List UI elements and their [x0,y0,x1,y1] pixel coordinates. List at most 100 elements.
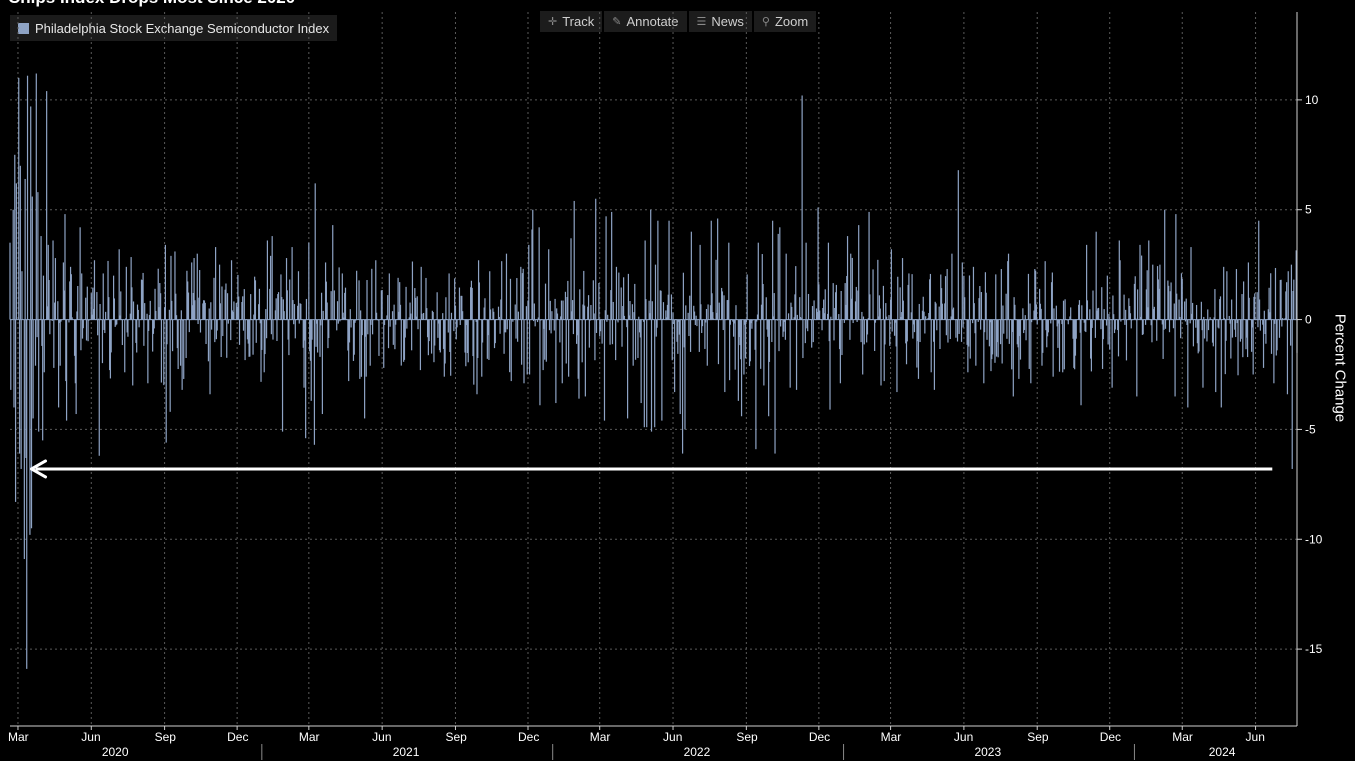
bar [269,255,272,320]
bar [1108,313,1110,320]
bar [57,301,59,320]
bar [142,272,144,320]
bar [326,302,328,320]
bar [164,244,166,320]
bar [745,319,747,323]
bar [1031,319,1033,323]
bar [389,319,391,327]
bar [1035,304,1038,320]
bar [146,313,148,320]
bar [18,319,21,454]
bar [760,319,762,369]
bar [1047,319,1049,333]
bar [721,291,724,320]
bar [756,319,758,322]
bar [127,319,129,337]
bar [565,319,567,364]
bar [556,313,559,320]
bar [197,319,199,325]
bar [601,319,603,344]
bar [824,289,826,320]
bar [349,309,351,320]
bar [689,295,691,320]
bar [960,319,963,342]
bar [215,247,217,320]
bar [918,303,920,320]
bar-chart[interactable]: 1050-5-10-15 Mar Jun Sep Dec Mar Jun Sep Dec Mar… [0,0,1355,761]
x-tick-label: Sep [736,730,758,744]
bar [1040,308,1042,320]
bar [877,259,879,320]
bar [21,271,23,320]
bar [454,305,457,320]
bar [473,319,475,385]
bar [587,295,590,320]
bar [199,319,202,333]
bar [623,315,626,320]
bar [359,319,361,379]
bar [1180,319,1182,339]
bar [120,319,123,320]
bar [911,274,913,320]
bar [421,313,423,320]
bar [1226,271,1228,320]
bar [804,319,806,344]
bar [144,303,146,320]
bar [1263,310,1265,320]
bar [968,275,971,320]
bar [501,261,503,320]
bar [1053,308,1055,320]
bar [969,319,971,359]
bar [216,319,218,331]
bar [391,311,394,320]
bar [59,319,61,366]
x-tick-label: Jun [81,730,100,744]
bar [1174,319,1176,397]
bar [1164,319,1167,329]
bar [684,319,686,430]
bar [171,319,174,352]
bar [615,266,618,320]
year-label: 2024 [1209,745,1236,759]
bar [687,312,689,320]
bar [208,308,210,320]
bar [1025,319,1027,341]
year-label: 2021 [393,745,420,759]
bar [85,297,87,320]
bar [906,319,908,342]
bar [392,319,394,345]
bar [1135,318,1137,320]
bar [917,319,920,379]
bar [187,292,190,320]
bar [862,319,864,375]
bar [1173,303,1175,320]
bar [230,319,232,341]
bar [371,268,373,320]
bar [79,227,81,320]
bar [505,319,507,333]
bar [65,319,68,421]
bar [661,319,663,421]
bar [522,268,524,320]
bar [105,311,107,320]
bar [835,284,837,320]
bar [320,292,323,320]
x-tick-label: Sep [155,730,177,744]
bar [415,297,417,320]
bar [672,312,674,320]
bar [607,314,609,320]
bar [568,319,570,377]
bar [1095,231,1097,320]
bar [961,262,963,320]
bar [40,236,42,320]
bar [829,319,831,410]
bar [888,315,890,320]
bar [819,310,821,320]
bar [456,319,458,328]
bar [1078,300,1081,320]
bar [320,319,322,326]
bar [367,319,369,335]
x-tick-label: Sep [445,730,467,744]
bar [155,310,157,320]
bar [137,309,139,320]
